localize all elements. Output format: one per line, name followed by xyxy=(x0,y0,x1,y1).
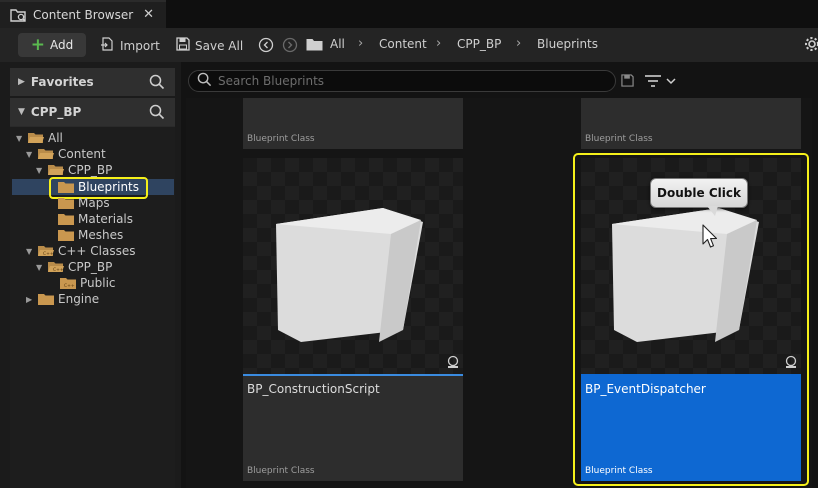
save-search-icon[interactable] xyxy=(621,74,634,90)
asset-type: Blueprint Class xyxy=(247,466,315,476)
callout-tail xyxy=(707,206,718,216)
add-button[interactable]: + Add xyxy=(18,33,86,57)
double-click-callout: Double Click xyxy=(650,178,748,216)
tree-item-cpp-bp-classes[interactable]: ▼ C++ CPP_BP xyxy=(36,259,112,275)
expand-arrow-icon: ▼ xyxy=(36,262,43,272)
save-all-label: Save All xyxy=(195,38,244,53)
project-header[interactable]: ▼ CPP_BP xyxy=(10,98,175,126)
expand-arrow-icon: ▼ xyxy=(26,149,33,159)
tree-item-label: Public xyxy=(80,276,116,290)
tree-item-cpp-classes[interactable]: ▼ C++ C++ Classes xyxy=(26,243,136,259)
folder-icon xyxy=(38,294,54,305)
thumbnail-edit-icon[interactable] xyxy=(446,355,460,372)
project-label: CPP_BP xyxy=(30,105,82,119)
breadcrumb-chevron-icon: › xyxy=(358,36,364,51)
save-icon xyxy=(176,37,190,54)
tree-item-label: Materials xyxy=(78,212,134,226)
import-icon xyxy=(100,37,116,54)
tree-item-maps[interactable]: Maps xyxy=(46,195,110,211)
import-button[interactable]: Import xyxy=(100,37,160,54)
breadcrumb-chevron-icon: › xyxy=(516,36,522,51)
expand-arrow-icon: ▼ xyxy=(18,107,25,117)
breadcrumb-content[interactable]: Content xyxy=(379,37,427,51)
favorites-header[interactable]: ▶ Favorites xyxy=(10,68,175,96)
tree-item-content[interactable]: ▼ Content xyxy=(26,146,106,162)
asset-color-strip xyxy=(243,374,463,376)
close-icon[interactable]: ✕ xyxy=(143,7,154,22)
breadcrumb-cpp-bp[interactable]: CPP_BP xyxy=(457,37,501,51)
breadcrumb-chevron-icon: › xyxy=(436,36,442,51)
folder-open-icon xyxy=(38,149,54,159)
svg-text:C++: C++ xyxy=(43,251,54,257)
toolbar: + Add Import Save All All › Content › CP… xyxy=(0,28,818,62)
callout-text: Double Click xyxy=(657,186,741,200)
tree-item-label: Content xyxy=(58,147,106,161)
history-back-icon[interactable] xyxy=(258,37,274,56)
import-label: Import xyxy=(120,38,160,53)
add-label: Add xyxy=(50,38,74,52)
asset-thumbnail xyxy=(243,158,463,374)
settings-gear-icon[interactable] xyxy=(804,36,818,55)
svg-text:C++: C++ xyxy=(53,267,64,273)
asset-name: BP_ConstructionScript xyxy=(247,382,380,396)
asset-tile[interactable]: Blueprint Class xyxy=(581,98,801,149)
tree-item-cpp-bp[interactable]: ▼ CPP_BP xyxy=(36,162,112,178)
asset-type: Blueprint Class xyxy=(247,134,315,144)
collapse-arrow-icon: ▶ xyxy=(18,77,25,87)
folder-icon xyxy=(58,230,74,241)
cube-thumbnail-icon xyxy=(276,208,423,342)
save-all-button[interactable]: Save All xyxy=(176,37,243,54)
tree-item-public[interactable]: C++ Public xyxy=(48,275,116,291)
tree-item-label: CPP_BP xyxy=(68,163,113,177)
tree-item-all[interactable]: ▼ All xyxy=(16,130,63,146)
search-icon xyxy=(197,72,212,90)
search-input[interactable] xyxy=(218,74,598,88)
cpp-folder-icon: C++ xyxy=(38,246,54,257)
search-bar[interactable] xyxy=(188,70,616,92)
folder-icon[interactable] xyxy=(306,38,323,54)
folder-open-icon xyxy=(28,133,44,143)
tree-item-label: CPP_BP xyxy=(68,260,113,274)
tree-item-label: C++ Classes xyxy=(58,244,136,258)
tree-item-label: Maps xyxy=(78,196,110,210)
tab-title: Content Browser xyxy=(33,8,134,22)
mouse-cursor-icon xyxy=(702,224,718,253)
breadcrumb-all[interactable]: All xyxy=(330,37,345,51)
folder-icon xyxy=(58,198,74,209)
plus-icon: + xyxy=(30,34,45,55)
search-icon[interactable] xyxy=(149,104,165,123)
content-browser-icon xyxy=(10,8,28,22)
tree-item-label: All xyxy=(48,131,63,145)
tree-item-label: Engine xyxy=(58,292,100,306)
asset-type: Blueprint Class xyxy=(585,134,653,144)
tree-item-label: Meshes xyxy=(78,228,124,242)
tree-item-engine[interactable]: ▶ Engine xyxy=(26,291,99,307)
breadcrumb-blueprints[interactable]: Blueprints xyxy=(537,37,598,51)
history-forward-icon[interactable] xyxy=(282,37,298,56)
collapse-arrow-icon: ▶ xyxy=(26,294,33,304)
tab-bar: Content Browser ✕ xyxy=(0,0,818,28)
svg-text:C++: C++ xyxy=(64,283,75,289)
asset-tile-bp-construction-script[interactable]: BP_ConstructionScript Blueprint Class xyxy=(243,158,463,481)
cpp-folder-icon: C++ xyxy=(60,278,76,289)
cpp-folder-icon: C++ xyxy=(48,262,64,273)
tree-item-meshes[interactable]: Meshes xyxy=(46,227,123,243)
asset-tile[interactable]: Blueprint Class xyxy=(243,98,463,149)
filter-icon[interactable] xyxy=(645,74,677,91)
expand-arrow-icon: ▼ xyxy=(16,133,23,143)
expand-arrow-icon: ▼ xyxy=(26,246,33,256)
folder-icon xyxy=(58,214,74,225)
favorites-label: Favorites xyxy=(30,75,94,89)
expand-arrow-icon: ▼ xyxy=(36,165,43,175)
search-icon[interactable] xyxy=(149,74,165,93)
tree-item-materials[interactable]: Materials xyxy=(46,211,133,227)
folder-open-icon xyxy=(48,165,64,175)
tab-content-browser[interactable]: Content Browser ✕ xyxy=(0,0,166,28)
